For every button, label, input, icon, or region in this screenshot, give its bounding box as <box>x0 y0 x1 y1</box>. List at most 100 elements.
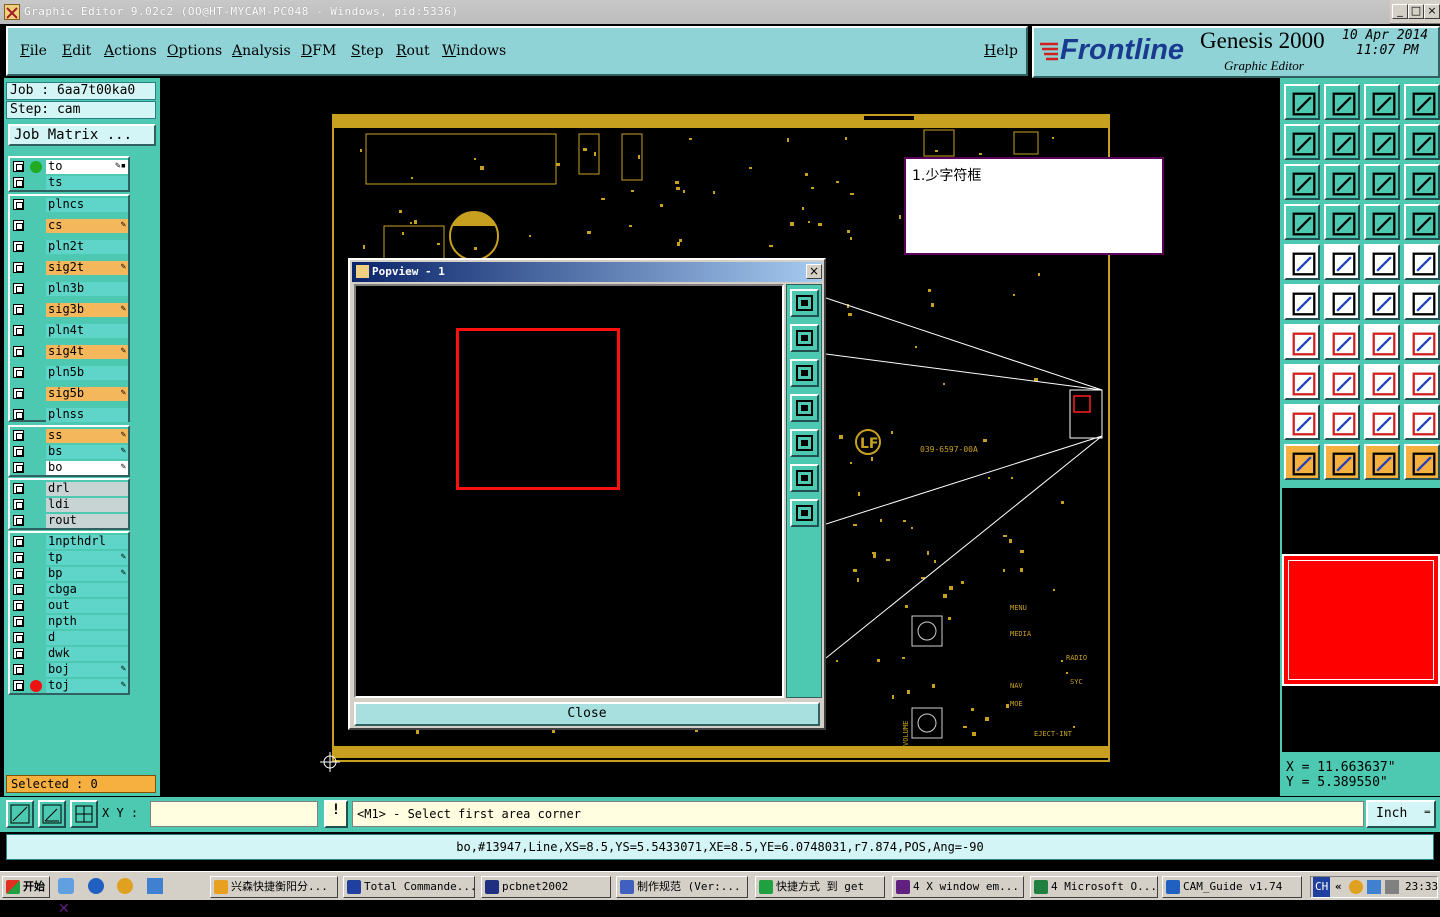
layer-row-bo[interactable]: bo ✎ <box>10 461 128 475</box>
layer-name[interactable]: d <box>46 631 128 645</box>
layer-checkbox[interactable] <box>13 499 24 510</box>
taskbar-task[interactable]: CAM_Guide v1.74 <box>1162 876 1302 898</box>
select-diamond-button[interactable] <box>1364 444 1400 480</box>
layer-row-bs[interactable]: bs ✎ <box>10 445 128 459</box>
layer-name[interactable]: pln2t <box>46 240 128 254</box>
quicklaunch-icon-4[interactable] <box>146 878 163 894</box>
dimension-button[interactable] <box>1364 364 1400 400</box>
arc-node-button[interactable] <box>1404 284 1440 320</box>
layer-name[interactable]: bs ✎ <box>46 445 128 459</box>
layer-name[interactable]: bp ✎ <box>46 567 128 581</box>
ruler-button[interactable] <box>1364 244 1400 280</box>
layer-row-d[interactable]: d <box>10 631 128 645</box>
layer-row-ss[interactable]: ss ✎ <box>10 429 128 443</box>
layer-name[interactable]: pln5b <box>46 366 128 380</box>
layer-name[interactable]: ts <box>46 176 128 190</box>
layer-name[interactable]: toj ✎ <box>46 679 128 693</box>
layer-row-sig4t[interactable]: sig4t ✎ <box>10 345 128 359</box>
layer-checkbox[interactable] <box>13 325 24 336</box>
move-left-button[interactable] <box>1284 124 1320 160</box>
layer-row-dwk[interactable]: dwk <box>10 647 128 661</box>
layer-checkbox[interactable] <box>13 199 24 210</box>
layer-checkbox[interactable] <box>13 616 24 627</box>
layer-checkbox[interactable] <box>13 262 24 273</box>
layer-checkbox[interactable] <box>13 648 24 659</box>
layer-checkbox[interactable] <box>13 304 24 315</box>
layer-row-ldi[interactable]: ldi <box>10 498 128 512</box>
tray-icon-3[interactable] <box>1385 880 1399 894</box>
select-button[interactable] <box>1284 444 1320 480</box>
layer-name[interactable]: sig4t ✎ <box>46 345 128 359</box>
window-titlebar[interactable]: Graphic Editor 9.02c2 (OO@HT-MYCAM-PC048… <box>0 0 1440 24</box>
layer-name[interactable]: 1npthdrl <box>46 535 128 549</box>
popview-close-icon[interactable]: × <box>806 264 822 279</box>
open-step-button[interactable] <box>1284 84 1320 120</box>
layer-move-button[interactable] <box>1364 204 1400 240</box>
taskbar-task[interactable]: pcbnet2002 <box>481 876 611 898</box>
layer-name[interactable]: to ✎▪ <box>46 160 128 174</box>
move-right-button[interactable] <box>1324 124 1360 160</box>
layer-row-out[interactable]: out <box>10 599 128 613</box>
menu-step[interactable]: Step <box>351 43 383 59</box>
layer-checkbox[interactable] <box>13 161 24 172</box>
menu-analysis[interactable]: Analysis <box>232 43 291 59</box>
layer-row-drl[interactable]: drl <box>10 482 128 496</box>
popview-move-up-button[interactable] <box>790 324 819 352</box>
close-window-button[interactable]: × <box>1424 4 1440 19</box>
layer-name[interactable]: npth <box>46 615 128 629</box>
layer-checkbox[interactable] <box>13 220 24 231</box>
layer-checkbox[interactable] <box>13 536 24 547</box>
exclamation-button[interactable]: ! <box>324 800 348 828</box>
home-button[interactable] <box>1364 84 1400 120</box>
layer-row-boj[interactable]: boj ✎ <box>10 663 128 677</box>
layer-checkbox[interactable] <box>13 430 24 441</box>
layer-checkbox[interactable] <box>13 483 24 494</box>
layer-name[interactable]: dwk <box>46 647 128 661</box>
menu-help[interactable]: Help <box>984 43 1018 59</box>
layer-row-pln4t[interactable]: pln4t <box>10 324 128 338</box>
layer-checkbox[interactable] <box>13 600 24 611</box>
layer-checkbox[interactable] <box>13 346 24 357</box>
triangle-button[interactable] <box>1284 404 1320 440</box>
xwin-icon[interactable]: ✕ <box>58 901 74 917</box>
layer-name[interactable]: pln3b <box>46 282 128 296</box>
menu-file[interactable]: File <box>20 43 47 59</box>
layer-checkbox[interactable] <box>13 664 24 675</box>
grid-tool-button[interactable] <box>70 800 98 828</box>
tray-collapse-icon[interactable]: « <box>1335 877 1342 897</box>
layer-name[interactable]: out <box>46 599 128 613</box>
popview-canvas[interactable] <box>354 284 784 698</box>
layer-row-pln3b[interactable]: pln3b <box>10 282 128 296</box>
popview-close-button[interactable]: Close <box>354 702 820 726</box>
clock-app-icon[interactable] <box>117 878 134 894</box>
layer-checkbox[interactable] <box>13 552 24 563</box>
taskbar-task[interactable]: 制作规范 (Ver:... <box>616 876 748 898</box>
snap-button[interactable] <box>1404 124 1440 160</box>
popview-move-down-button[interactable] <box>790 359 819 387</box>
layer-checkbox[interactable] <box>13 515 24 526</box>
layer-row-pln5b[interactable]: pln5b <box>10 366 128 380</box>
layer-checkbox[interactable] <box>13 632 24 643</box>
layer-checkbox[interactable] <box>13 388 24 399</box>
layer-row-cs[interactable]: cs ✎ <box>10 219 128 233</box>
zoom-button[interactable] <box>1324 164 1360 200</box>
popview-window[interactable]: Popview - 1 × Close <box>348 258 826 730</box>
taskbar-task[interactable]: 兴森快捷衡阳分... <box>210 876 338 898</box>
layer-copy-button[interactable] <box>1404 204 1440 240</box>
layer-checkbox[interactable] <box>13 584 24 595</box>
maximize-button[interactable]: □ <box>1408 4 1424 19</box>
layer-name[interactable]: plnss <box>46 408 128 422</box>
layer-row-sig3b[interactable]: sig3b ✎ <box>10 303 128 317</box>
angle-button[interactable] <box>1284 324 1320 360</box>
unit-selector[interactable]: Inch ═ <box>1366 800 1436 828</box>
layer-name[interactable]: sig2t ✎ <box>46 261 128 275</box>
layer-row-npth[interactable]: npth <box>10 615 128 629</box>
layer-checkbox[interactable] <box>13 283 24 294</box>
xy-input[interactable] <box>150 801 318 827</box>
shapes-button[interactable] <box>1404 364 1440 400</box>
tray-icon-2[interactable] <box>1367 880 1381 894</box>
layer-row-plncs[interactable]: plncs <box>10 198 128 212</box>
select-path-button[interactable] <box>1404 444 1440 480</box>
layer-row-bp[interactable]: bp ✎ <box>10 567 128 581</box>
layer-name[interactable]: drl <box>46 482 128 496</box>
